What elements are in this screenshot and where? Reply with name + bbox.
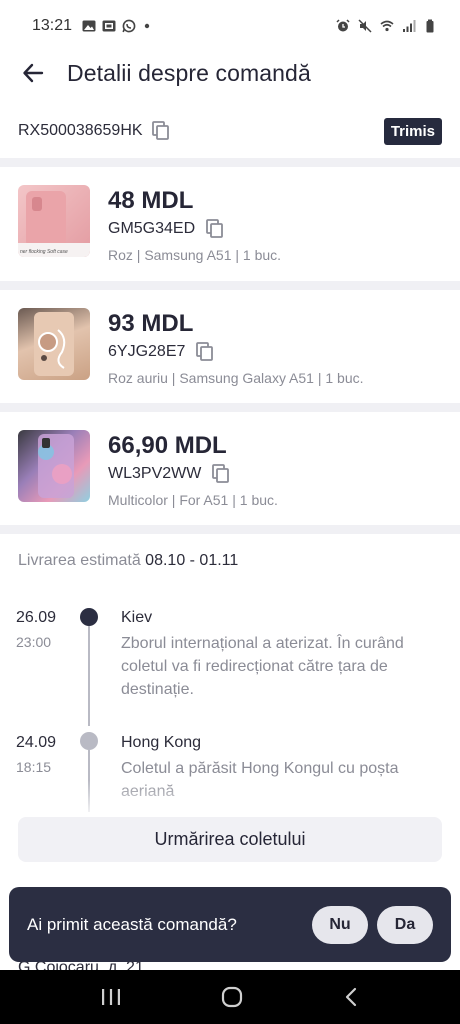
event-time: 23:00 <box>16 634 52 650</box>
event-location: Hong Kong <box>121 734 202 751</box>
status-badge: Trimis <box>383 117 442 145</box>
delivery-label: Livrarea estimată <box>18 552 141 569</box>
copy-icon <box>196 342 214 361</box>
product-thumbnail <box>18 430 90 502</box>
delivery-dates: 08.10 - 01.11 <box>145 552 239 569</box>
item-price: 48 MDL <box>108 187 194 214</box>
prompt-question: Ai primit această comandă? <box>27 914 237 934</box>
order-item[interactable]: 66,90 MDL WL3PV2WW Multicolor | For A51 … <box>0 412 460 524</box>
item-code-row: WL3PV2WW <box>108 462 233 486</box>
no-button[interactable]: Nu <box>312 905 368 944</box>
phone-case-image <box>18 191 90 257</box>
yes-button[interactable]: Da <box>377 905 433 944</box>
signal-icon <box>403 20 416 32</box>
copy-icon <box>206 219 224 238</box>
copy-tracking-button[interactable] <box>149 119 173 143</box>
phone-case-image <box>34 312 74 376</box>
event-time: 18:15 <box>16 759 52 775</box>
recents-icon[interactable] <box>99 987 123 1007</box>
divider <box>0 158 460 167</box>
page-title: Detalii despre comandă <box>67 59 311 86</box>
status-bar: 13:21 <box>0 0 460 52</box>
item-code: WL3PV2WW <box>108 465 202 482</box>
item-price: 93 MDL <box>108 310 194 337</box>
copy-icon <box>212 464 230 483</box>
status-notification-icons <box>82 19 156 33</box>
item-description: Roz auriu | Samsung Galaxy A51 | 1 buc. <box>108 370 364 386</box>
timeline-dot-active <box>80 608 98 626</box>
delivery-estimate: Livrarea estimată 08.10 - 01.11 <box>18 552 238 570</box>
order-number-row: RX500038659HK Trimis <box>0 110 460 152</box>
product-thumbnail: ner flocking Soft case <box>18 185 90 257</box>
item-price: 66,90 MDL <box>108 432 227 459</box>
prompt-actions: Nu Da <box>312 905 433 944</box>
product-thumbnail <box>18 308 90 380</box>
copy-item-code-button[interactable] <box>203 217 227 241</box>
order-item[interactable]: ner flocking Soft case 48 MDL GM5G34ED R… <box>0 167 460 279</box>
item-description: Roz | Samsung A51 | 1 buc. <box>108 247 282 263</box>
item-code-row: 6YJG28E7 <box>108 340 217 364</box>
divider <box>0 281 460 290</box>
app-bar: Detalii despre comandă <box>0 52 460 94</box>
thumbnail-caption: ner flocking Soft case <box>20 249 68 255</box>
back-button[interactable] <box>18 58 48 88</box>
event-location: Kiev <box>121 609 153 626</box>
gallery-icon <box>102 20 116 32</box>
tracking-number: RX500038659HK <box>18 122 143 139</box>
timeline-dot <box>80 732 98 750</box>
arrow-left-icon <box>23 63 44 83</box>
status-system-icons <box>336 19 438 33</box>
event-date: 24.09 <box>16 734 57 751</box>
wifi-icon <box>380 20 394 32</box>
dot-icon <box>144 23 150 29</box>
whatsapp-icon <box>122 19 136 33</box>
back-nav-icon[interactable] <box>341 986 361 1008</box>
order-item[interactable]: 93 MDL 6YJG28E7 Roz auriu | Samsung Gala… <box>0 290 460 402</box>
alarm-icon <box>336 19 350 32</box>
copy-icon <box>151 121 169 140</box>
item-code-row: GM5G34ED <box>108 217 227 241</box>
item-code: GM5G34ED <box>108 220 196 237</box>
timeline-connector <box>88 626 90 726</box>
phone-case-image <box>38 434 74 498</box>
mute-icon <box>358 19 372 33</box>
divider <box>0 525 460 534</box>
item-description: Multicolor | For A51 | 1 buc. <box>108 492 278 508</box>
image-icon <box>82 20 96 32</box>
copy-item-code-button[interactable] <box>209 462 233 486</box>
home-icon[interactable] <box>220 985 244 1009</box>
system-nav-bar <box>0 970 460 1024</box>
track-package-button[interactable]: Urmărirea coletului <box>18 817 442 862</box>
received-order-prompt: Ai primit această comandă? Nu Da <box>9 887 451 962</box>
divider <box>0 403 460 412</box>
battery-icon <box>426 19 434 33</box>
copy-item-code-button[interactable] <box>193 340 217 364</box>
timeline-fade <box>0 780 460 820</box>
item-code: 6YJG28E7 <box>108 343 186 360</box>
event-description: Zborul internațional a aterizat. În curâ… <box>121 635 404 698</box>
status-time: 13:21 <box>32 17 73 34</box>
event-date: 26.09 <box>16 609 57 626</box>
